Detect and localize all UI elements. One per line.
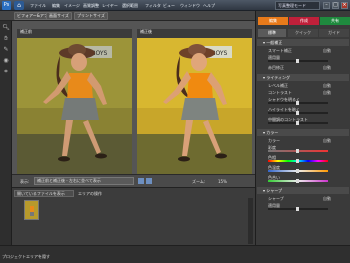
app-logo: Ps xyxy=(2,1,11,10)
thumbnail[interactable] xyxy=(24,200,39,220)
menu-edit[interactable]: 編集 xyxy=(52,3,60,9)
crop-tool-icon[interactable]: ⌗ xyxy=(2,68,10,76)
tab-edit[interactable]: 編集 xyxy=(258,17,288,25)
bin-action-menu[interactable]: エリアの操作 xyxy=(78,191,102,197)
quick-select-icon[interactable]: ✎ xyxy=(2,46,10,54)
menu-filter[interactable]: フィルタ xyxy=(145,3,161,9)
menu-layer[interactable]: レイヤー xyxy=(102,3,118,9)
param-label: スマート補正 xyxy=(268,48,292,53)
auto-button[interactable]: 自動 xyxy=(323,138,331,144)
auto-button[interactable]: 自動 xyxy=(323,83,331,89)
tab-share[interactable]: 共有 xyxy=(320,17,350,25)
slider-thumb[interactable] xyxy=(296,101,299,105)
canvas-area: 補正前 COWBOYS 補正 xyxy=(12,21,255,174)
slider-thumb[interactable] xyxy=(296,207,299,211)
menu-bar: Ps ⌂ ファイル 編集 イメージ 画質調整 レイヤー 選択範囲 フィルタ ビュ… xyxy=(0,0,350,11)
param-slider[interactable] xyxy=(268,149,328,153)
show-files-select[interactable]: 開いているファイルを表示 xyxy=(14,190,74,197)
redeye-icon[interactable]: ◉ xyxy=(2,57,10,65)
menu-select[interactable]: 選択範囲 xyxy=(122,3,138,9)
slider-thumb[interactable] xyxy=(296,111,299,115)
status-bar: プロジェクトエリアを隠す xyxy=(0,245,350,263)
param-slider[interactable] xyxy=(268,101,328,105)
hand-tool-icon[interactable]: ✋︎ xyxy=(2,35,10,43)
param-slider[interactable] xyxy=(268,169,328,173)
param-slider[interactable] xyxy=(268,159,328,163)
menu-image[interactable]: イメージ xyxy=(64,3,80,9)
menu-help[interactable]: ヘルプ xyxy=(203,3,215,9)
zoom-tool-icon[interactable]: 🔍︎ xyxy=(2,24,10,32)
hide-bin-toggle[interactable]: プロジェクトエリアを隠す xyxy=(2,254,50,260)
display-label: 表示: xyxy=(20,179,30,184)
view-control-bar: 表示: 補正前と補正後 - 左右に並べて表示 ズーム: 15% xyxy=(12,174,255,187)
param-label: 赤目修正 xyxy=(268,65,284,70)
section-header[interactable]: ▾ ライティング xyxy=(257,74,349,81)
maximize-icon[interactable]: □ xyxy=(332,2,339,9)
slider-thumb[interactable] xyxy=(296,169,299,173)
param-slider[interactable] xyxy=(268,179,328,183)
tab-create[interactable]: 作成 xyxy=(289,17,319,25)
slider-thumb[interactable] xyxy=(296,179,299,183)
zoom-value[interactable]: 15% xyxy=(218,179,227,184)
home-icon[interactable]: ⌂ xyxy=(14,1,24,10)
param-label: シャープ xyxy=(268,196,284,201)
menu-file[interactable]: ファイル xyxy=(30,3,46,9)
param-slider[interactable] xyxy=(268,121,328,125)
section-list: ▾ 一般補正 スマート補正 自動 適用量 赤目修正 自動 ▾ ライティング レベル補正 自動 コン… xyxy=(256,39,350,245)
menu-enhance[interactable]: 画質調整 xyxy=(83,3,99,9)
after-photo[interactable]: COWBOYS xyxy=(137,38,252,174)
auto-button[interactable]: 自動 xyxy=(323,90,331,96)
param-slider[interactable] xyxy=(268,207,328,211)
section-header[interactable]: ▾ シャープ xyxy=(257,187,349,194)
close-icon[interactable]: × xyxy=(341,2,348,9)
before-label: 補正前 xyxy=(20,29,32,34)
tab-quick[interactable]: クイック xyxy=(288,29,318,37)
tab-full-edit[interactable]: 標準 xyxy=(258,29,286,37)
before-photo[interactable]: COWBOYS xyxy=(17,38,132,174)
swap-icon[interactable] xyxy=(138,178,144,184)
print-size-button[interactable]: プリントサイズ xyxy=(74,12,108,20)
mode-switch[interactable]: 写真整理モード xyxy=(275,1,320,10)
auto-button[interactable]: 自動 xyxy=(323,196,331,202)
slider-thumb[interactable] xyxy=(296,159,299,163)
menu-window[interactable]: ウィンドウ xyxy=(180,3,200,9)
param-label: コントラスト xyxy=(268,90,292,95)
section-header[interactable]: ▾ カラー xyxy=(257,129,349,136)
slider-thumb[interactable] xyxy=(296,59,299,63)
param-slider[interactable] xyxy=(268,111,328,115)
match-zoom-icon[interactable] xyxy=(146,178,152,184)
auto-button[interactable]: 自動 xyxy=(323,48,331,54)
param-label: レベル補正 xyxy=(268,83,288,88)
options-bar: ビフォアー&アフター 画面サイズ プリントサイズ xyxy=(0,11,255,21)
zoom-label: ズーム: xyxy=(192,179,206,184)
param-slider[interactable] xyxy=(268,59,328,63)
edit-panel: 編集 作成 共有 標準 クイック ガイド ▾ 一般補正 スマート補正 自動 適用量 赤目… xyxy=(255,11,350,245)
bin-scrollbar[interactable] xyxy=(248,198,253,244)
slider-thumb[interactable] xyxy=(296,149,299,153)
after-pane: 補正後 COWBOYS xyxy=(137,29,252,174)
section-header[interactable]: ▾ 一般補正 xyxy=(257,39,349,46)
tab-guided[interactable]: ガイド xyxy=(319,29,349,37)
display-select[interactable]: 補正前と補正後 - 左右に並べて表示 xyxy=(34,177,134,185)
auto-button[interactable]: 自動 xyxy=(323,65,331,71)
slider-thumb[interactable] xyxy=(296,121,299,125)
param-label: カラー xyxy=(268,138,280,143)
toolbox: 🔍︎ ✋︎ ✎ ◉ ⌗ xyxy=(0,21,12,245)
minimize-icon[interactable]: – xyxy=(323,2,330,9)
after-label: 補正後 xyxy=(140,29,152,34)
menu-view[interactable]: ビュー xyxy=(163,3,175,9)
view-size-button[interactable]: 画面サイズ xyxy=(46,12,72,20)
before-pane: 補正前 COWBOYS xyxy=(17,29,132,174)
project-bin: 開いているファイルを表示 エリアの操作 xyxy=(12,187,255,245)
